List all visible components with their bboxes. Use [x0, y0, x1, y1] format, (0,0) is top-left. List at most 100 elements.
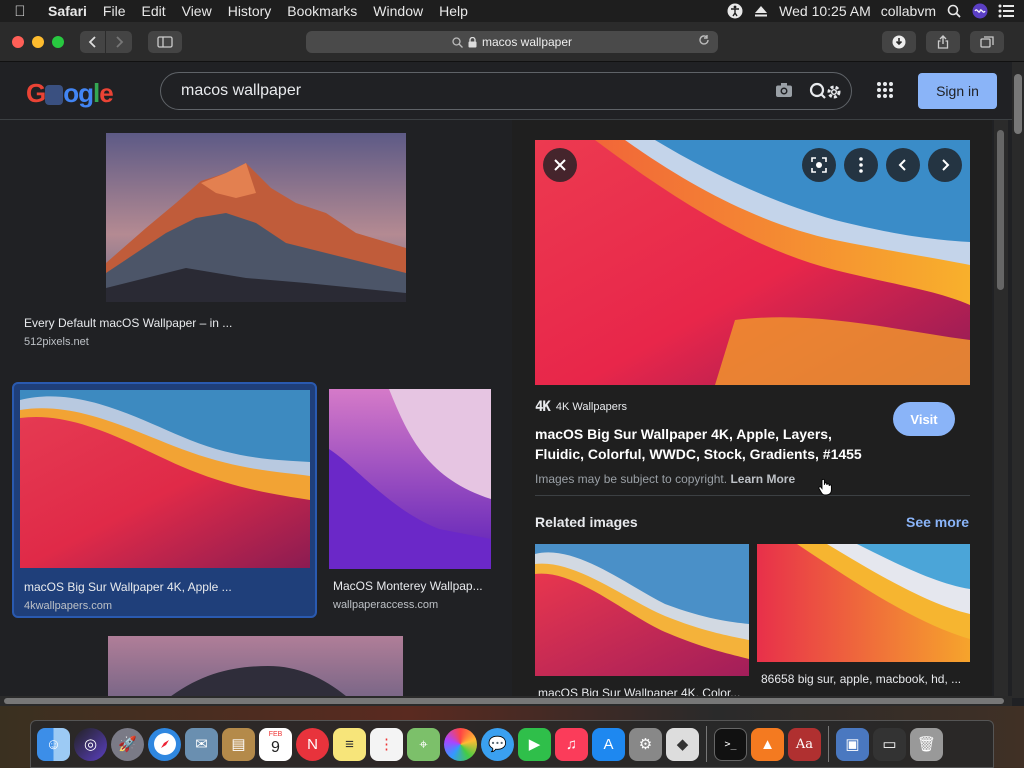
- dock-separator: [706, 726, 707, 762]
- preview-title[interactable]: macOS Big Sur Wallpaper 4K, Apple, Layer…: [535, 424, 875, 464]
- accessibility-icon[interactable]: [727, 3, 743, 19]
- calendar-day: 9: [271, 739, 280, 756]
- window-controls: [12, 35, 64, 48]
- desktop-stack-icon[interactable]: ▭: [873, 727, 906, 761]
- preview-source[interactable]: 4K 4K Wallpapers: [535, 399, 627, 415]
- zoom-window-button[interactable]: [52, 35, 64, 48]
- menubar-user[interactable]: collabvm: [881, 3, 936, 19]
- result-thumbnail-2[interactable]: [20, 390, 310, 568]
- google-logo[interactable]: Gogle: [26, 78, 114, 109]
- result-thumbnail-4[interactable]: [108, 636, 403, 696]
- roblox-icon[interactable]: ◆: [666, 727, 699, 761]
- calendar-month: FEB: [268, 731, 283, 738]
- system-preferences-icon[interactable]: ⚙: [629, 727, 662, 761]
- app-store-icon[interactable]: A: [592, 727, 625, 761]
- search-box[interactable]: macos wallpaper: [160, 72, 852, 110]
- back-button[interactable]: [80, 30, 106, 53]
- forward-button[interactable]: [106, 30, 132, 53]
- google-header: Gogle macos wallpaper Sign in: [0, 62, 1012, 120]
- result-card-3[interactable]: MacOS Monterey Wallpap... wallpaperacces…: [329, 389, 494, 617]
- siri-icon[interactable]: [972, 3, 988, 19]
- next-image-button[interactable]: [928, 148, 962, 182]
- launchpad-icon[interactable]: 🚀: [111, 727, 144, 761]
- messages-icon[interactable]: 💬: [481, 727, 514, 761]
- vlc-icon[interactable]: ▲: [751, 727, 784, 761]
- facetime-icon[interactable]: ▶: [518, 727, 551, 761]
- result-card-1[interactable]: Every Default macOS Wallpaper – in ... 5…: [14, 126, 494, 348]
- eject-icon[interactable]: [753, 3, 769, 19]
- share-button[interactable]: [926, 31, 960, 53]
- lens-icon: [811, 157, 827, 173]
- result-thumbnail-3[interactable]: [329, 389, 491, 569]
- see-more-link[interactable]: See more: [906, 514, 969, 530]
- menu-edit[interactable]: Edit: [133, 3, 173, 19]
- menu-app-name[interactable]: Safari: [40, 3, 95, 19]
- sign-in-button[interactable]: Sign in: [918, 73, 997, 109]
- finder-icon[interactable]: ☺: [37, 727, 70, 761]
- hand-cursor-icon: [818, 478, 832, 496]
- trash-icon[interactable]: 🗑: [910, 727, 943, 761]
- downloads-button[interactable]: [882, 31, 916, 53]
- apple-menu-icon[interactable]: : [0, 3, 40, 20]
- notes-icon[interactable]: ≡: [333, 727, 366, 761]
- calendar-icon[interactable]: FEB 9: [259, 727, 292, 761]
- close-window-button[interactable]: [12, 35, 24, 48]
- reload-icon[interactable]: [698, 34, 710, 49]
- result-caption-3: MacOS Monterey Wallpap...: [333, 579, 483, 593]
- page-scrollbar[interactable]: [1012, 62, 1024, 698]
- related-images-heading: Related images: [535, 514, 638, 530]
- music-icon[interactable]: ♫: [555, 727, 588, 761]
- camera-icon[interactable]: [775, 82, 793, 103]
- result-caption-2: macOS Big Sur Wallpaper 4K, Apple ...: [24, 580, 232, 594]
- preview-image[interactable]: [535, 140, 970, 385]
- result-card-4[interactable]: [108, 636, 403, 696]
- mail-stamp-icon[interactable]: ✉: [185, 727, 218, 761]
- sidebar-toggle-button[interactable]: [148, 30, 182, 53]
- google-apps-icon[interactable]: [876, 81, 894, 104]
- more-options-button[interactable]: [844, 148, 878, 182]
- notefile-icon[interactable]: ▤: [222, 727, 255, 761]
- menubar-clock[interactable]: Wed 10:25 AM: [779, 3, 871, 19]
- search-settings-icon[interactable]: [807, 79, 847, 110]
- results-scrollbar[interactable]: [994, 120, 1008, 696]
- menu-history[interactable]: History: [220, 3, 280, 19]
- visit-button[interactable]: Visit: [893, 402, 955, 436]
- lock-icon: [468, 36, 477, 47]
- address-bar[interactable]: macos wallpaper: [306, 31, 718, 53]
- menu-file[interactable]: File: [95, 3, 134, 19]
- learn-more-link[interactable]: Learn More: [730, 472, 795, 486]
- result-thumbnail-1[interactable]: [106, 133, 406, 302]
- previous-image-button[interactable]: [886, 148, 920, 182]
- dock-separator-2: [828, 726, 829, 762]
- maps-icon[interactable]: ⌖: [407, 727, 440, 761]
- share-icon: [937, 35, 949, 49]
- reminders-icon[interactable]: ⋮: [370, 727, 403, 761]
- spotlight-search-icon[interactable]: [946, 3, 962, 19]
- safari-icon[interactable]: [148, 727, 181, 761]
- related-image-1[interactable]: [535, 544, 749, 676]
- tab-overview-button[interactable]: [970, 31, 1004, 53]
- more-vert-icon: [859, 157, 863, 173]
- result-source-2: 4kwallpapers.com: [24, 600, 113, 612]
- dictionary-icon[interactable]: Aa: [788, 727, 821, 761]
- image-results: Every Default macOS Wallpaper – in ... 5…: [0, 120, 510, 696]
- news-icon[interactable]: N: [296, 727, 329, 761]
- downloads-stack-icon[interactable]: ▣: [836, 727, 869, 761]
- menu-bookmarks[interactable]: Bookmarks: [279, 3, 365, 19]
- menu-view[interactable]: View: [174, 3, 220, 19]
- terminal-icon[interactable]: >_: [714, 727, 747, 761]
- horizontal-scrollbar[interactable]: [0, 696, 1012, 706]
- notification-center-icon[interactable]: [998, 3, 1014, 19]
- toolbar-right: [882, 31, 1004, 53]
- result-card-2-selected[interactable]: macOS Big Sur Wallpaper 4K, Apple ... 4k…: [12, 382, 317, 618]
- menu-help[interactable]: Help: [431, 3, 476, 19]
- lens-search-button[interactable]: [802, 148, 836, 182]
- related-image-2[interactable]: [757, 544, 970, 662]
- menu-window[interactable]: Window: [365, 3, 431, 19]
- close-preview-button[interactable]: [543, 148, 577, 182]
- search-icon: [452, 36, 463, 48]
- siri-dock-icon[interactable]: ◎: [74, 727, 107, 761]
- minimize-window-button[interactable]: [32, 35, 44, 48]
- photos-icon[interactable]: [444, 727, 477, 761]
- address-text: macos wallpaper: [481, 35, 573, 49]
